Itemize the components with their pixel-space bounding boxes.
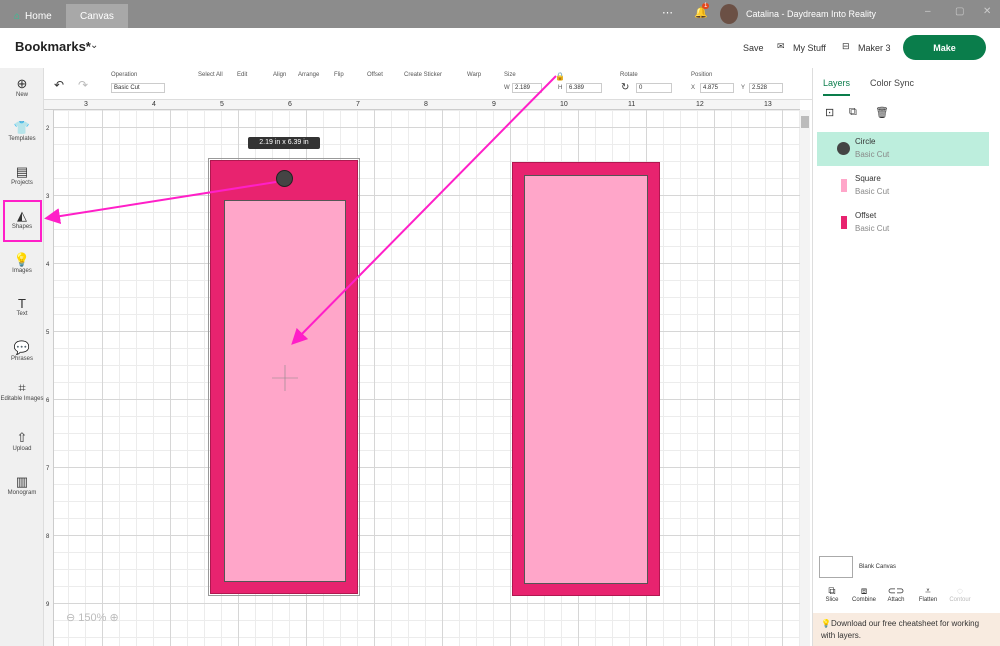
layer-operation: Basic Cut <box>855 187 890 196</box>
layer-swatch-icon <box>837 142 850 155</box>
tip-text: Download our free cheatsheet for working… <box>821 619 980 640</box>
slice-icon: ⧉ <box>828 586 836 597</box>
lightbulb-icon: 💡 <box>821 619 831 628</box>
action-label: Slice <box>825 597 839 603</box>
attach-icon: ⊂⊃ <box>887 586 905 597</box>
arrow-to-center <box>291 75 557 345</box>
action-label: Attach <box>887 597 905 603</box>
layer-swatch-icon <box>841 179 847 192</box>
layer-operation: Basic Cut <box>855 224 890 233</box>
arrow-to-shapes <box>44 181 277 225</box>
delete-icon[interactable]: 🗑 <box>875 106 889 119</box>
combine-icon: ⧈ <box>860 586 868 597</box>
flatten-button[interactable]: ⩡ Flatten <box>913 586 943 603</box>
layer-operation: Basic Cut <box>855 150 890 159</box>
layer-name: Offset <box>855 211 877 220</box>
layer-square[interactable]: Square Basic Cut <box>817 169 989 203</box>
contour-icon: ◌ <box>957 586 963 597</box>
action-label: Combine <box>851 597 876 603</box>
combine-button[interactable]: ⧈ Combine <box>849 586 879 603</box>
tab-layers[interactable]: Layers <box>823 78 851 96</box>
contour-button[interactable]: ◌ Contour <box>945 586 975 603</box>
duplicate-icon[interactable]: ⧉ <box>849 106 857 119</box>
layer-name: Circle <box>855 137 876 146</box>
attach-button[interactable]: ⊂⊃ Attach <box>881 586 911 603</box>
action-label: Flatten <box>918 597 938 603</box>
blank-canvas-label: Blank Canvas <box>859 564 897 570</box>
layers-panel: Layers Color Sync ⊡ ⧉ 🗑 Circle Basic Cut S… <box>812 68 1000 646</box>
layer-offset[interactable]: Offset Basic Cut <box>817 206 989 240</box>
layer-name: Square <box>855 174 881 183</box>
layer-swatch-icon <box>841 216 847 229</box>
group-icon[interactable]: ⊡ <box>825 106 834 119</box>
blank-canvas-swatch[interactable] <box>819 556 853 578</box>
layer-circle[interactable]: Circle Basic Cut <box>817 132 989 166</box>
slice-button[interactable]: ⧉ Slice <box>817 586 847 603</box>
flatten-icon: ⩡ <box>925 586 931 597</box>
action-label: Contour <box>949 597 971 603</box>
tab-color-sync[interactable]: Color Sync <box>870 78 914 88</box>
tip-banner[interactable]: 💡Download our free cheatsheet for workin… <box>813 613 1000 646</box>
